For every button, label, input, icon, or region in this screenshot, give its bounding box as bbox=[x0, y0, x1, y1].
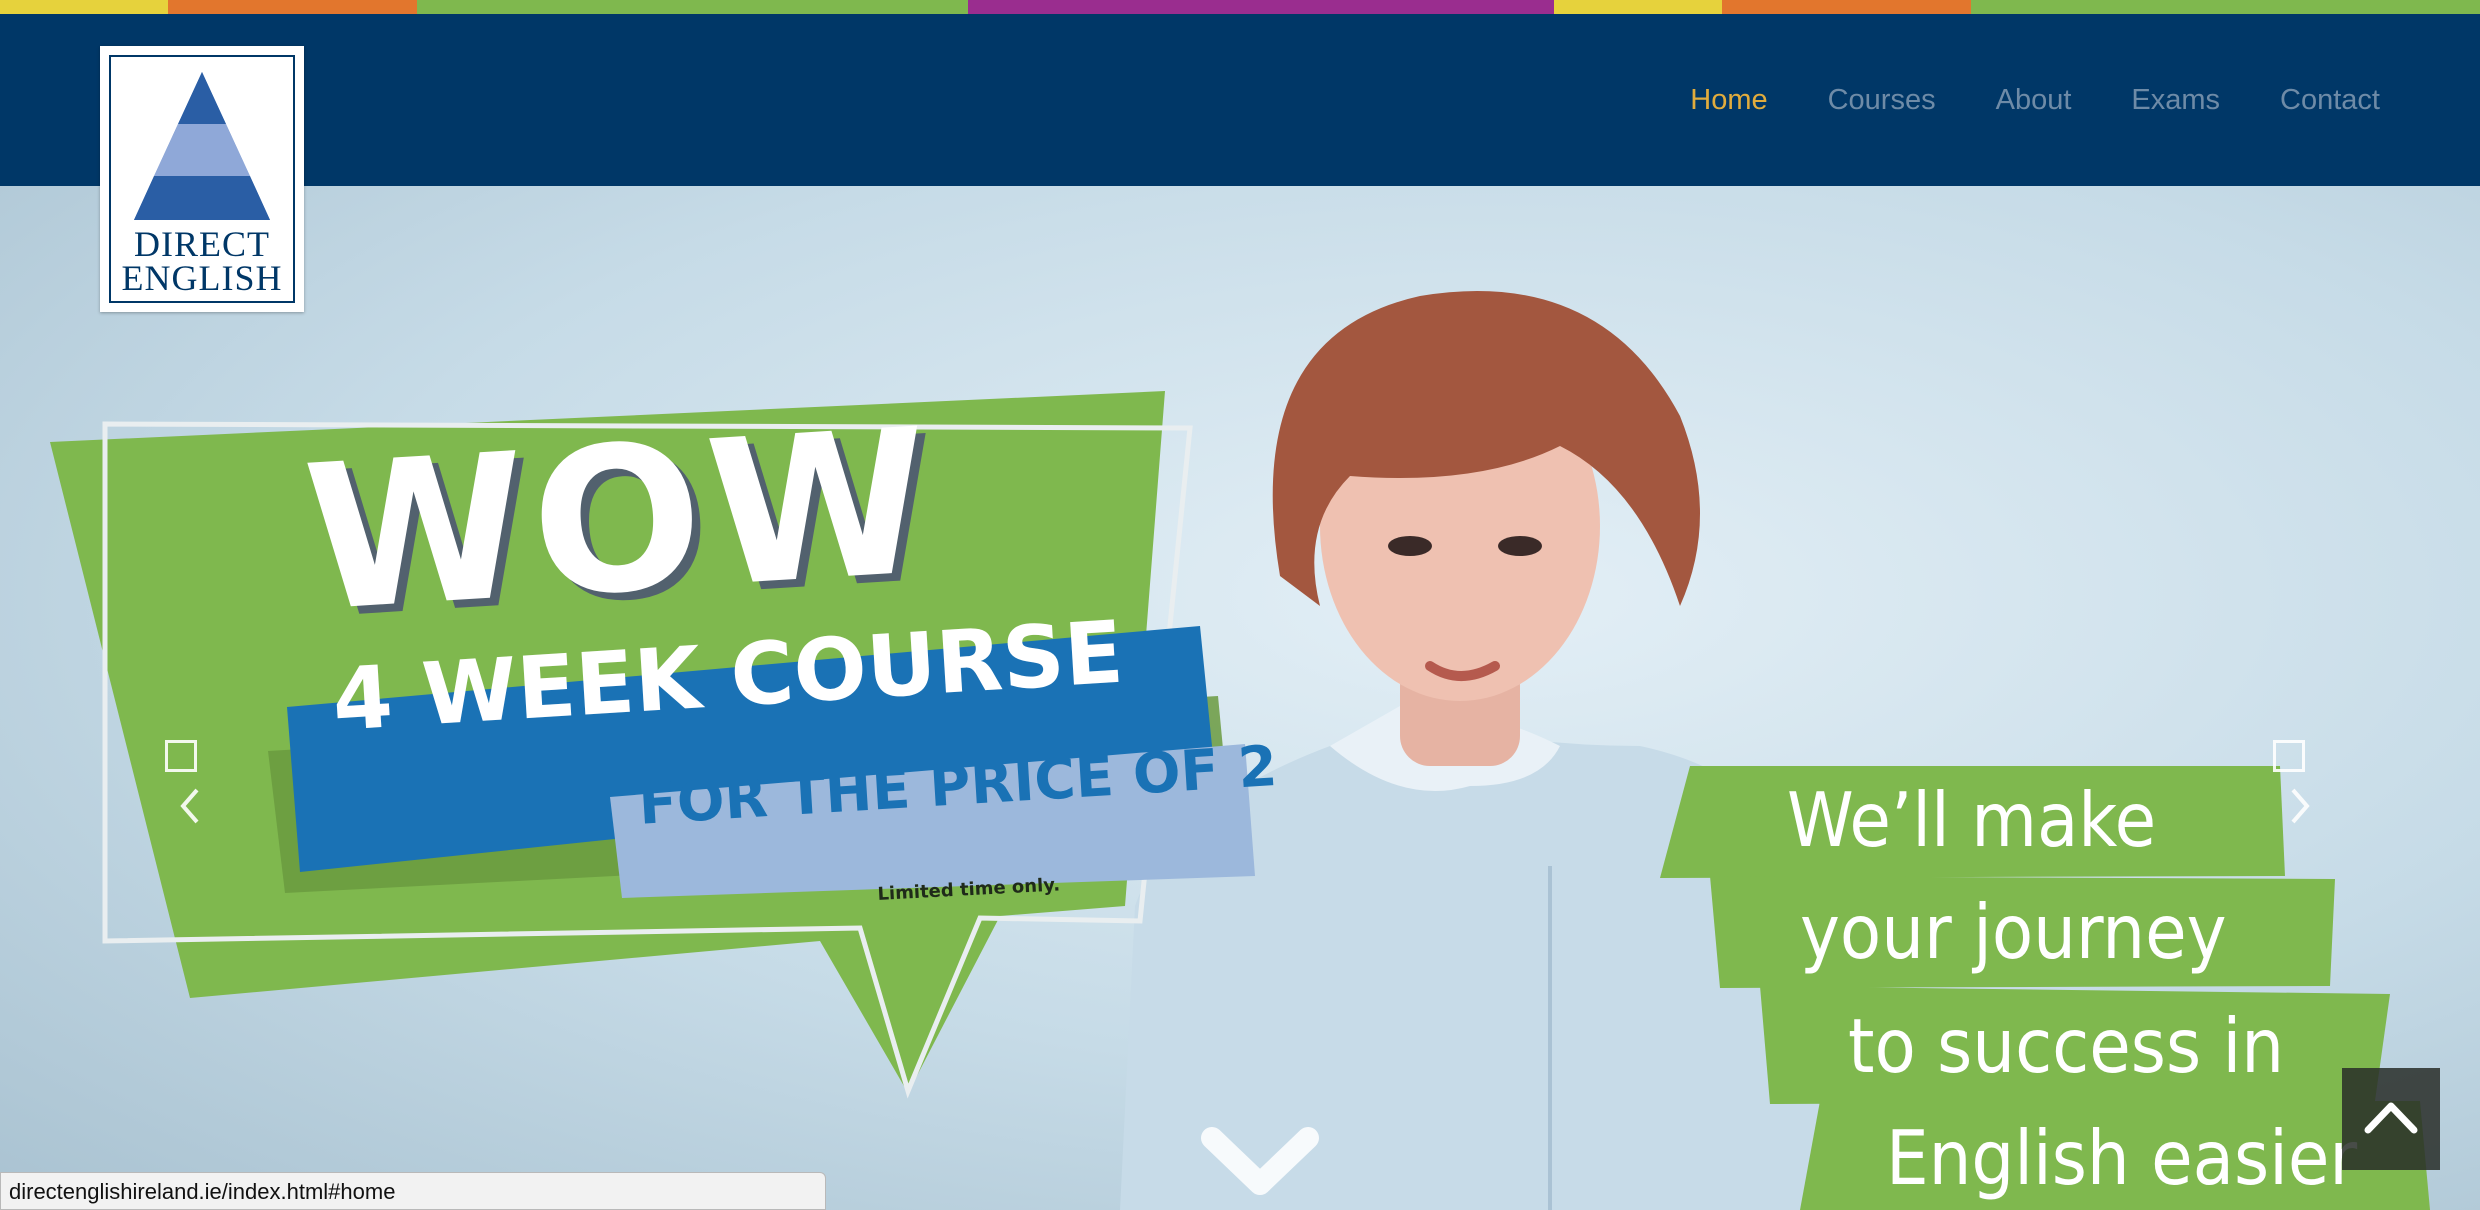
stripe-segment bbox=[1722, 0, 1971, 14]
color-stripe bbox=[0, 0, 2480, 14]
scroll-down-chevron-icon[interactable] bbox=[1200, 1118, 1320, 1210]
logo-text-direct: DIRECT bbox=[134, 224, 270, 264]
hero-carousel: WOW 4 WEEK COURSE FOR THE PRICE OF 2 Lim… bbox=[0, 186, 2480, 1210]
stripe-segment bbox=[417, 0, 968, 14]
chevron-right-icon bbox=[2291, 788, 2310, 824]
nav-home[interactable]: Home bbox=[1690, 84, 1767, 117]
main-nav: Home Courses About Exams Contact bbox=[1690, 84, 2380, 117]
tagline-line-4: English easier bbox=[1886, 1114, 2358, 1202]
stripe-segment bbox=[968, 0, 1554, 14]
logo-text-english: ENGLISH bbox=[121, 258, 283, 298]
nav-exams[interactable]: Exams bbox=[2131, 84, 2220, 117]
top-navbar: Home Courses About Exams Contact bbox=[0, 14, 2480, 186]
stripe-segment bbox=[1971, 0, 2480, 14]
tagline-line-3: to success in bbox=[1848, 1002, 2285, 1090]
nav-about[interactable]: About bbox=[1996, 84, 2072, 117]
chevron-up-icon bbox=[2364, 1102, 2418, 1134]
stripe-segment bbox=[168, 0, 417, 14]
chevron-left-icon bbox=[180, 788, 199, 824]
nav-courses[interactable]: Courses bbox=[1828, 84, 1936, 117]
square-icon bbox=[2273, 740, 2305, 772]
browser-status-bar: directenglishireland.ie/index.html#home bbox=[0, 1172, 826, 1210]
status-url: directenglishireland.ie/index.html#home bbox=[9, 1179, 396, 1204]
tagline-line-2: your journey bbox=[1800, 888, 2227, 976]
carousel-next-button[interactable] bbox=[2263, 740, 2323, 830]
promo-headline: WOW bbox=[298, 385, 942, 657]
carousel-prev-button[interactable] bbox=[155, 740, 215, 830]
site-logo[interactable]: DIRECT ENGLISH bbox=[100, 46, 304, 312]
square-icon bbox=[165, 740, 197, 772]
back-to-top-button[interactable] bbox=[2342, 1068, 2440, 1170]
nav-contact[interactable]: Contact bbox=[2280, 84, 2380, 117]
tagline-line-1: We’ll make bbox=[1787, 776, 2157, 864]
stripe-segment bbox=[0, 0, 168, 14]
stripe-segment bbox=[1554, 0, 1722, 14]
